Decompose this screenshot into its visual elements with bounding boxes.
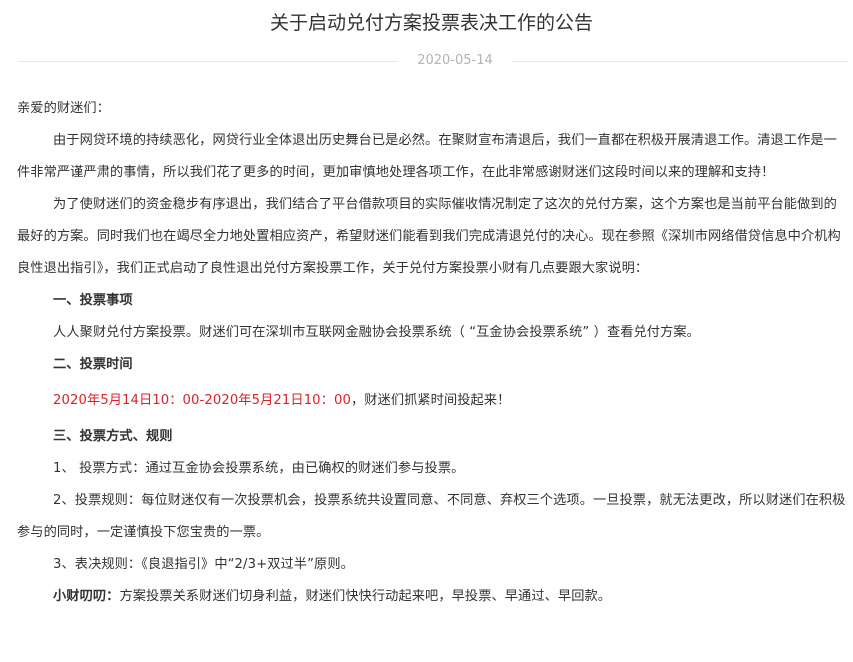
rule-item-resolution-rule: 3、表决规则：《良退指引》中“2/3+双过半”原则。 xyxy=(53,557,354,572)
rule-item-voting-rule: 2、投票规则：每位财迷仅有一次投票机会，投票系统共设置同意、不同意、弃权三个选项… xyxy=(17,493,846,540)
rule-item-method: 1、 投票方式：通过互金协会投票系统，由已确权的财迷们参与投票。 xyxy=(53,461,465,476)
date-divider-left xyxy=(18,61,398,62)
paragraph-plan: 为了使财迷们的资金稳步有序退出，我们结合了平台借款项目的实际催收情况制定了这次的… xyxy=(17,197,841,276)
reminder: 小财叨叨：方案投票关系财迷们切身利益，财迷们快快行动起来吧，早投票、早通过、早回… xyxy=(17,581,848,613)
paragraph-intro: 由于网贷环境的持续恶化，网贷行业全体退出历史舞台已是必然。在聚财宣布清退后，我们… xyxy=(17,133,837,180)
reminder-label: 小财叨叨： xyxy=(53,589,120,604)
section-text-voting-time: 2020年5月14日10：00-2020年5月21日10：00，财迷们抓紧时间投… xyxy=(17,385,848,417)
voting-time-range: 2020年5月14日10：00-2020年5月21日10：00 xyxy=(53,393,351,408)
article-body: 亲爱的财迷们： 由于网贷环境的持续恶化，网贷行业全体退出历史舞台已是必然。在聚财… xyxy=(17,96,848,613)
section-text-voting-matter: 人人聚财兑付方案投票。财迷们可在深圳市互联网金融协会投票系统（ “互金协会投票系… xyxy=(53,325,700,340)
date-row: 2020-05-14 xyxy=(18,51,848,71)
section-heading-voting-matter: 一、投票事项 xyxy=(53,293,133,308)
article-title: 关于启动兑付方案投票表决工作的公告 xyxy=(269,12,593,34)
greeting: 亲爱的财迷们： xyxy=(17,101,111,116)
reminder-text: 方案投票关系财迷们切身利益，财迷们快快行动起来吧，早投票、早通过、早回款。 xyxy=(119,589,612,604)
section-heading-voting-time: 二、投票时间 xyxy=(53,357,133,372)
section-heading-voting-rules: 三、投票方式、规则 xyxy=(53,429,173,444)
voting-time-note: ，财迷们抓紧时间投起来！ xyxy=(350,393,511,408)
date-divider-right xyxy=(512,61,848,62)
publish-date: 2020-05-14 xyxy=(417,53,493,68)
